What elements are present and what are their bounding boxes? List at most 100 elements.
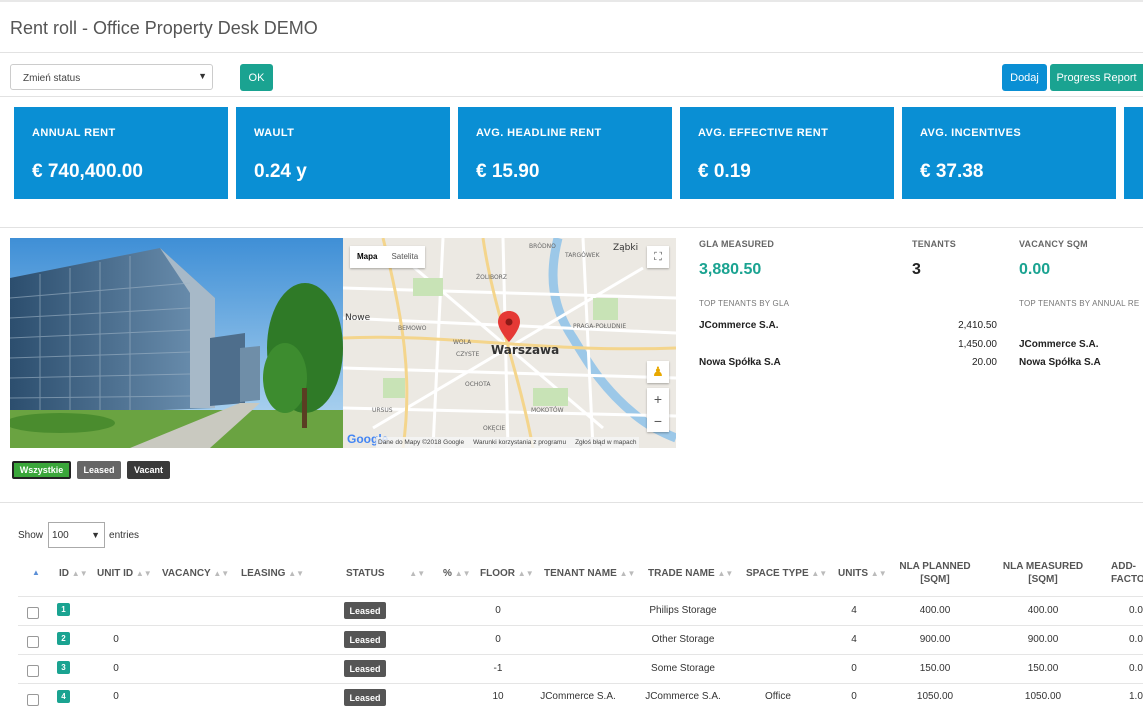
kpi-value: € 15.90 — [476, 161, 540, 182]
map-district-label: OKĘCIE — [483, 425, 505, 432]
status-select[interactable]: Zmień status ▼ — [10, 64, 213, 90]
street-view-icon[interactable]: ♟ — [647, 361, 669, 383]
map-terms-link[interactable]: Warunki korzystania z programu — [473, 439, 566, 446]
map-district-label: CZYSTE — [456, 351, 479, 358]
location-map[interactable]: BRÓDNO TARGÓWEK ŻOLIBORZ Ząbki Nowe BEMO… — [343, 238, 676, 448]
map-district-label: BRÓDNO — [529, 243, 556, 250]
row-id-badge[interactable]: 3 — [57, 661, 70, 674]
zoom-out-icon[interactable]: − — [647, 410, 669, 432]
cell-units: 4 — [851, 634, 857, 645]
row-divider — [18, 625, 1143, 626]
sort-icon: ▲▼ — [409, 569, 426, 578]
add-button[interactable]: Dodaj — [1002, 64, 1047, 91]
col-header-label: ADD- — [1111, 561, 1136, 572]
progress-report-button[interactable]: Progress Report — [1050, 64, 1143, 91]
kpi-card-partial — [1124, 107, 1143, 199]
map-tab-satellite[interactable]: Satelita — [384, 246, 425, 268]
row-checkbox[interactable] — [27, 665, 39, 677]
col-header-status[interactable]: STATUS ▲▼ — [346, 567, 425, 580]
col-header-vacancy[interactable]: VACANCY ▲▼ — [162, 567, 229, 580]
filter-all-button[interactable]: Wszystkie — [12, 461, 71, 479]
col-header-nla-planned[interactable]: NLA PLANNED [SQM] — [884, 560, 986, 586]
cell-trade-name: Some Storage — [651, 663, 715, 674]
kpi-value: 0.24 y — [254, 161, 307, 182]
cell-floor: 10 — [492, 691, 504, 702]
col-header-units[interactable]: UNITS ▲▼ — [838, 567, 887, 580]
sort-icon: ▲▼ — [135, 569, 152, 578]
row-id-badge[interactable]: 1 — [57, 603, 70, 616]
kpi-label: AVG. EFFECTIVE RENT — [698, 127, 829, 139]
col-header-label: VACANCY — [162, 568, 211, 579]
top-gla-tenant-name: JCommerce S.A. — [699, 320, 779, 331]
page-size-value: 100 — [52, 530, 69, 541]
sort-icon: ▲▼ — [517, 569, 534, 578]
col-header-label: [SQM] — [920, 574, 950, 585]
col-header-space-type[interactable]: SPACE TYPE ▲▼ — [746, 567, 827, 580]
cell-unit-id: 0 — [113, 634, 119, 645]
top-tenants-rent-label: TOP TENANTS BY ANNUAL RE — [1019, 299, 1140, 308]
col-header-percent[interactable]: % ▲▼ — [443, 567, 471, 580]
filter-vacant-button[interactable]: Vacant — [127, 461, 170, 479]
col-header-leasing[interactable]: LEASING ▲▼ — [241, 567, 304, 580]
map-report-link[interactable]: Zgłoś błąd w mapach — [575, 439, 636, 446]
map-attribution: Dane do Mapy ©2018 Google — [378, 439, 465, 446]
col-header-trade-name[interactable]: TRADE NAME ▲▼ — [648, 567, 733, 580]
col-header-floor[interactable]: FLOOR ▲▼ — [480, 567, 534, 580]
map-district-label: Nowe — [345, 313, 371, 323]
ok-button[interactable]: OK — [240, 64, 273, 91]
kpi-label: ANNUAL RENT — [32, 127, 116, 139]
sort-icon: ▲▼ — [811, 569, 828, 578]
cell-nla-planned: 900.00 — [919, 634, 951, 645]
col-header-id[interactable]: ID ▲▼ — [59, 567, 88, 580]
map-district-label: TARGÓWEK — [564, 252, 601, 259]
top-rent-tenant-name: Nowa Spółka S.A — [1019, 357, 1101, 368]
zoom-in-icon[interactable]: + — [647, 388, 669, 410]
map-district-label: URSUS — [372, 407, 393, 414]
page-title: Rent roll - Office Property Desk DEMO — [10, 18, 318, 38]
cell-nla-planned: 400.00 — [919, 605, 951, 616]
col-header-label: STATUS — [346, 568, 385, 579]
page-size-select[interactable]: 100 ▼ — [48, 522, 106, 548]
col-header-label: SPACE TYPE — [746, 568, 809, 579]
show-label: Show — [18, 529, 44, 541]
col-header-add-factor[interactable]: ADD- FACTO — [1111, 560, 1143, 586]
kpi-value: € 740,400.00 — [32, 161, 143, 182]
map-tab-map[interactable]: Mapa — [350, 246, 384, 268]
top-border — [0, 0, 1143, 2]
cell-add-factor: 0.0 — [1129, 663, 1143, 674]
kpi-label: AVG. HEADLINE RENT — [476, 127, 602, 139]
col-header-unit-id[interactable]: UNIT ID ▲▼ — [97, 567, 152, 580]
sort-icon: ▲▼ — [454, 569, 471, 578]
col-header-tenant-name[interactable]: TENANT NAME ▲▼ — [544, 567, 635, 580]
page-size-control: Show 100 ▼ entries — [18, 522, 139, 548]
fullscreen-icon[interactable]: ⛶ — [647, 246, 669, 268]
top-gla-tenant-value: 20.00 — [971, 357, 997, 368]
map-district-label: OCHOTA — [465, 381, 491, 388]
zoom-control: + − — [647, 388, 669, 432]
col-header-label: NLA PLANNED — [899, 561, 971, 572]
cell-add-factor: 0.0 — [1129, 605, 1143, 616]
kpi-label: WAULT — [254, 127, 295, 139]
filter-leased-button[interactable]: Leased — [77, 461, 121, 479]
kpi-label: AVG. INCENTIVES — [920, 127, 1022, 139]
row-id-badge[interactable]: 2 — [57, 632, 70, 645]
sort-icon: ▲▼ — [213, 569, 230, 578]
status-select-value: Zmień status — [23, 73, 81, 84]
sort-asc-icon[interactable]: ▲ — [32, 566, 40, 579]
row-checkbox[interactable] — [27, 636, 39, 648]
row-checkbox[interactable] — [27, 607, 39, 619]
row-checkbox[interactable] — [27, 694, 39, 706]
kpi-avg-incentives: AVG. INCENTIVES € 37.38 — [902, 107, 1116, 199]
col-header-label: TENANT NAME — [544, 568, 617, 579]
col-header-nla-measured[interactable]: NLA MEASURED [SQM] — [992, 560, 1094, 586]
row-id-badge[interactable]: 4 — [57, 690, 70, 703]
cell-nla-planned: 150.00 — [919, 663, 951, 674]
map-district-label: ŻOLIBORZ — [476, 274, 507, 281]
tenants-value: 3 — [912, 261, 921, 278]
divider — [0, 227, 1143, 228]
cell-nla-measured: 150.00 — [1027, 663, 1059, 674]
cell-floor: 0 — [495, 634, 501, 645]
map-type-toggle: Mapa Satelita — [350, 246, 426, 268]
status-badge: Leased — [344, 602, 386, 619]
status-badge: Leased — [344, 631, 386, 648]
